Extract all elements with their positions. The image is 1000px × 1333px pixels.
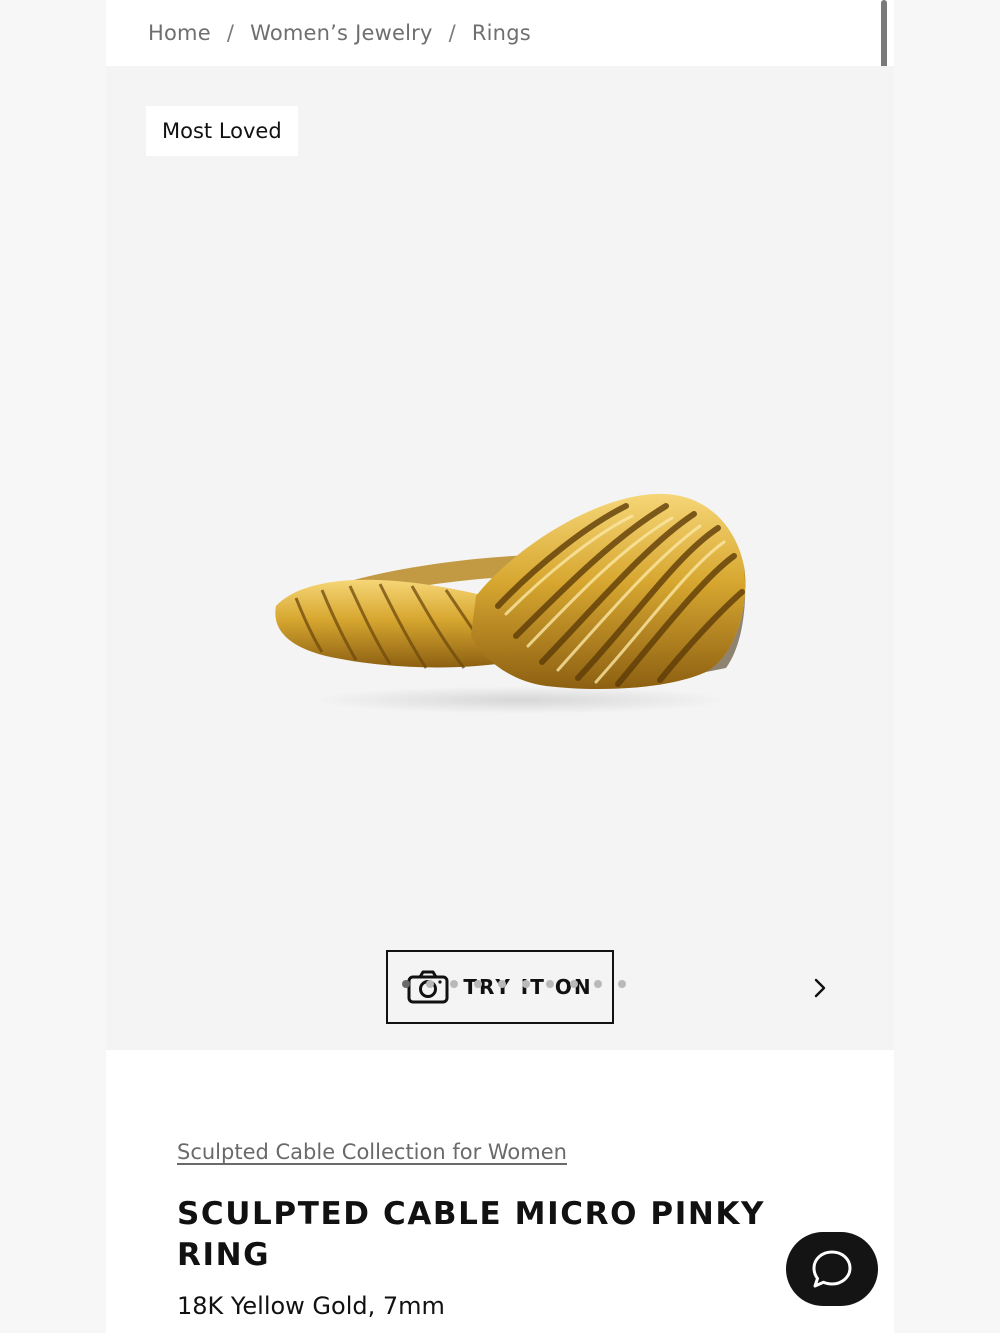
breadcrumb-separator: / (226, 21, 235, 45)
product-image[interactable] (266, 486, 756, 726)
breadcrumb-home[interactable]: Home (148, 21, 211, 45)
product-image-gallery[interactable]: Most Loved TRY IT ON (106, 66, 894, 1050)
breadcrumb-womens-jewelry[interactable]: Women’s Jewelry (250, 21, 432, 45)
most-loved-badge: Most Loved (146, 106, 298, 156)
next-slide-button[interactable] (806, 970, 836, 1006)
slide-dot[interactable] (618, 980, 626, 988)
product-page: Home / Women’s Jewelry / Rings Most Love… (0, 0, 1000, 1333)
chevron-right-icon (814, 978, 826, 998)
breadcrumb-rings[interactable]: Rings (472, 21, 531, 45)
try-it-on-label: TRY IT ON (463, 975, 593, 999)
collection-link[interactable]: Sculpted Cable Collection for Women (177, 1140, 567, 1164)
breadcrumb-separator: / (448, 21, 456, 45)
chat-button[interactable] (786, 1232, 878, 1306)
breadcrumb: Home / Women’s Jewelry / Rings (106, 0, 894, 66)
product-variant: 18K Yellow Gold, 7mm (177, 1292, 445, 1320)
camera-icon (407, 970, 449, 1004)
chat-bubble-icon (812, 1250, 852, 1288)
ring-image (275, 493, 746, 714)
product-title: SCULPTED CABLE MICRO PINKY RING (177, 1196, 766, 1273)
try-it-on-button[interactable]: TRY IT ON (386, 950, 614, 1024)
product-info: Sculpted Cable Collection for Women SCUL… (106, 1050, 894, 1333)
